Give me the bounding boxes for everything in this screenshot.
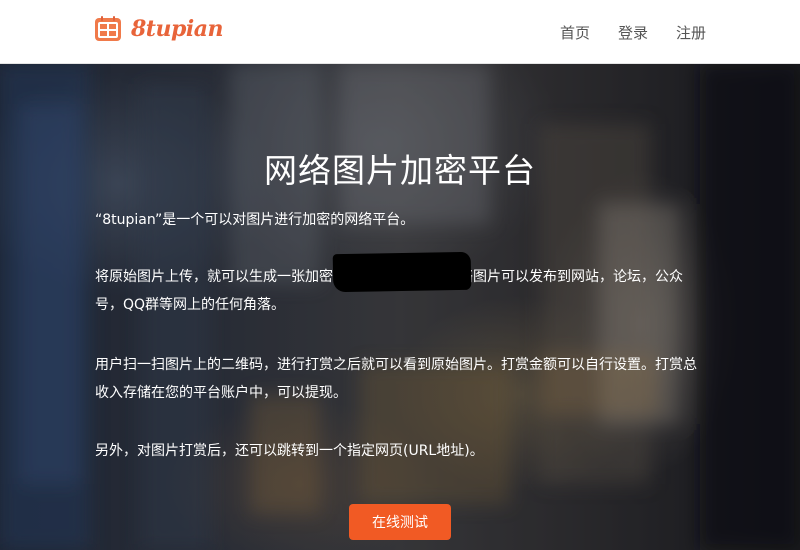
nav-link-register[interactable]: 注册 [676, 22, 706, 43]
grid-card-icon [95, 16, 121, 41]
nav-links: 首页 登录 注册 [532, 0, 706, 64]
reward-paragraph: 用户扫一扫图片上的二维码，进行打赏之后就可以看到原始图片。打赏金额可以自行设置。… [95, 357, 697, 401]
nav-link-home[interactable]: 首页 [560, 22, 590, 43]
page-title: 网络图片加密平台 [264, 151, 536, 190]
redirect-paragraph: 另外，对图片打赏后，还可以跳转到一个指定网页(URL地址)。 [95, 443, 484, 459]
hero-content: 网络图片加密平台 “8tupian”是一个可以对图片进行加密的网络平台。 将原始… [0, 64, 800, 550]
intro-paragraph: “8tupian”是一个可以对图片进行加密的网络平台。 [95, 212, 415, 228]
online-test-button[interactable]: 在线测试 [349, 504, 451, 540]
brand-logo-link[interactable]: 8tupian [94, 13, 223, 45]
nav-link-login[interactable]: 登录 [618, 22, 648, 43]
hero-section: 网络图片加密平台 “8tupian”是一个可以对图片进行加密的网络平台。 将原始… [0, 64, 800, 550]
brand-name: 8tupian [131, 16, 223, 42]
navbar: 8tupian 首页 登录 注册 [0, 0, 800, 64]
redaction-mark [332, 251, 472, 293]
